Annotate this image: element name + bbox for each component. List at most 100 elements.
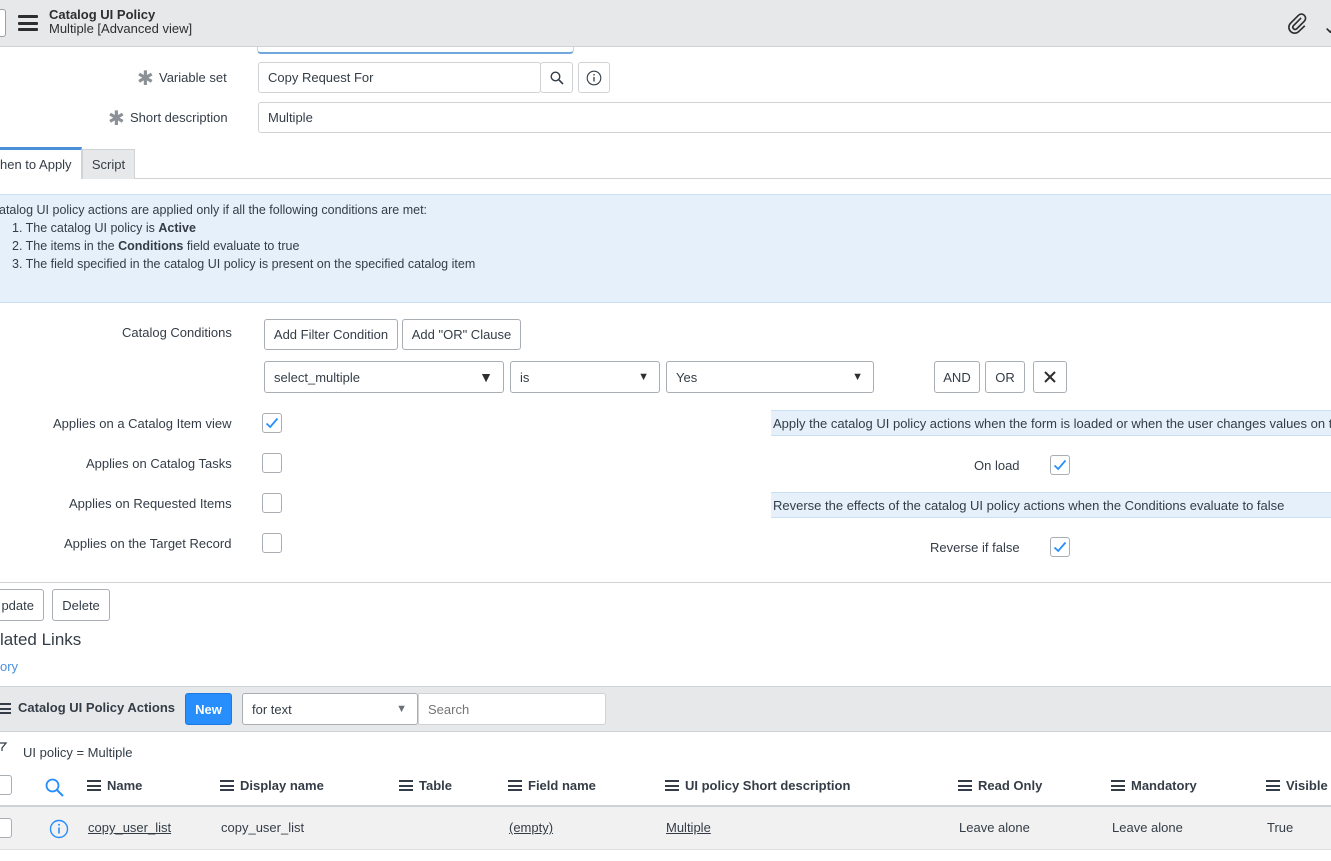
tab-script[interactable]: Script — [82, 149, 135, 179]
checkmark-icon — [265, 417, 279, 429]
column-menu-icon[interactable] — [399, 780, 413, 791]
row-short-description-link[interactable]: Multiple — [666, 820, 711, 835]
search-input[interactable] — [418, 693, 606, 725]
form-divider — [0, 582, 1331, 583]
breadcrumb[interactable]: UI policy = Multiple — [23, 745, 132, 760]
column-header-display-name[interactable]: Display name — [220, 778, 324, 793]
short-description-label: Short description — [130, 110, 228, 125]
back-button[interactable] — [0, 9, 6, 37]
onload-hint: Apply the catalog UI policy actions when… — [771, 410, 1331, 436]
column-header-visible[interactable]: Visible — [1266, 778, 1328, 793]
dropdown-arrow-icon: ▼ — [852, 371, 863, 383]
tab-when-to-apply[interactable]: hen to Apply — [0, 147, 82, 179]
and-button[interactable]: AND — [934, 361, 980, 393]
page-title: Catalog UI Policy — [49, 7, 156, 22]
search-field-select[interactable]: for text ▼ — [242, 693, 418, 725]
dropdown-arrow-icon: ▼ — [396, 703, 407, 715]
add-or-clause-button[interactable]: Add "OR" Clause — [402, 319, 521, 350]
column-menu-icon[interactable] — [87, 780, 101, 791]
applies-requested-items-checkbox[interactable] — [262, 493, 282, 513]
hamburger-menu-icon[interactable] — [18, 15, 38, 31]
field-above-remnant[interactable] — [257, 46, 574, 54]
condition-operator-select[interactable]: is ▼ — [510, 361, 660, 393]
paperclip-icon[interactable] — [1286, 12, 1308, 34]
dropdown-arrow-icon: ▼ — [638, 371, 649, 383]
related-list-title: Catalog UI Policy Actions — [18, 700, 175, 715]
add-filter-condition-button[interactable]: Add Filter Condition — [264, 319, 398, 350]
variable-set-info-button[interactable] — [578, 62, 610, 93]
tabs-divider — [0, 178, 1331, 179]
info-intro: atalog UI policy actions are applied onl… — [0, 203, 428, 217]
checkmark-icon — [1053, 459, 1067, 471]
row-name-link[interactable]: copy_user_list — [88, 820, 171, 835]
remove-condition-button[interactable] — [1033, 361, 1067, 393]
update-button[interactable]: pdate — [0, 589, 44, 621]
list-menu-icon[interactable] — [0, 703, 11, 714]
variable-set-input[interactable]: Copy Request For — [258, 62, 541, 93]
search-icon[interactable] — [45, 778, 64, 797]
conditions-info-box: atalog UI policy actions are applied onl… — [0, 194, 1331, 303]
condition-field-value: select_multiple — [274, 370, 360, 385]
column-menu-icon[interactable] — [1111, 780, 1125, 791]
condition-value-value: Yes — [676, 370, 698, 385]
search-field-value: for text — [252, 702, 292, 717]
variable-set-label: Variable set — [159, 70, 227, 85]
info-item-1: 1. The catalog UI policy is Active — [12, 221, 196, 235]
applies-requested-items-label: Applies on Requested Items — [69, 496, 232, 511]
row-display-name: copy_user_list — [221, 820, 305, 835]
new-button[interactable]: New — [185, 693, 232, 725]
applies-catalog-tasks-label: Applies on Catalog Tasks — [86, 456, 232, 471]
info-item-3: 3. The field specified in the catalog UI… — [12, 257, 476, 271]
column-menu-icon[interactable] — [508, 780, 522, 791]
column-header-field-name[interactable]: Field name — [508, 778, 596, 793]
row-field-name-link[interactable]: (empty) — [509, 820, 553, 835]
applies-catalog-item-view-label: Applies on a Catalog Item view — [53, 416, 232, 431]
catalog-conditions-label: Catalog Conditions — [122, 325, 232, 340]
condition-field-select[interactable]: select_multiple ▼ — [264, 361, 504, 393]
column-header-read-only[interactable]: Read Only — [958, 778, 1042, 793]
checkmark-icon — [1053, 541, 1067, 553]
row-checkbox[interactable] — [0, 818, 12, 838]
dropdown-arrow-icon: ▼ — [479, 369, 493, 385]
column-header-short-description[interactable]: UI policy Short description — [665, 778, 850, 793]
variable-set-lookup-button[interactable] — [540, 62, 573, 93]
column-menu-icon[interactable] — [958, 780, 972, 791]
applies-catalog-tasks-checkbox[interactable] — [262, 453, 282, 473]
row-visible: True — [1267, 820, 1294, 835]
condition-value-select[interactable]: Yes ▼ — [666, 361, 874, 393]
required-indicator-icon: ✱ — [108, 108, 125, 130]
info-item-2: 2. The items in the Conditions field eva… — [12, 239, 300, 253]
short-description-input[interactable]: Multiple — [258, 102, 1331, 133]
required-indicator-icon: ✱ — [137, 68, 154, 90]
more-options-icon[interactable]: ⌄ — [1322, 14, 1331, 39]
column-menu-icon[interactable] — [220, 780, 234, 791]
applies-catalog-item-view-checkbox[interactable] — [262, 413, 282, 433]
column-menu-icon[interactable] — [665, 780, 679, 791]
search-icon — [549, 70, 564, 85]
reverse-if-false-label: Reverse if false — [930, 540, 1020, 555]
or-button[interactable]: OR — [985, 361, 1025, 393]
column-header-mandatory[interactable]: Mandatory — [1111, 778, 1197, 793]
close-icon — [1044, 371, 1056, 383]
related-link-history[interactable]: ory — [0, 659, 18, 674]
select-all-checkbox[interactable] — [0, 775, 12, 795]
column-header-name[interactable]: Name — [87, 778, 142, 793]
info-icon[interactable] — [49, 819, 69, 839]
applies-target-record-label: Applies on the Target Record — [64, 536, 232, 551]
applies-target-record-checkbox[interactable] — [262, 533, 282, 553]
reverse-if-false-checkbox[interactable] — [1050, 537, 1070, 557]
info-icon — [586, 70, 602, 85]
onload-label: On load — [974, 458, 1020, 473]
condition-operator-value: is — [520, 370, 530, 385]
row-mandatory: Leave alone — [1112, 820, 1183, 835]
reverse-hint: Reverse the effects of the catalog UI po… — [771, 492, 1331, 518]
related-links-heading: lated Links — [0, 630, 82, 649]
column-menu-icon[interactable] — [1266, 780, 1280, 791]
row-read-only: Leave alone — [959, 820, 1030, 835]
page-subtitle: Multiple [Advanced view] — [49, 21, 193, 36]
column-header-table[interactable]: Table — [399, 778, 452, 793]
delete-button[interactable]: Delete — [52, 589, 110, 621]
filter-icon[interactable] — [0, 742, 7, 752]
onload-checkbox[interactable] — [1050, 455, 1070, 475]
form-header — [0, 0, 1331, 47]
